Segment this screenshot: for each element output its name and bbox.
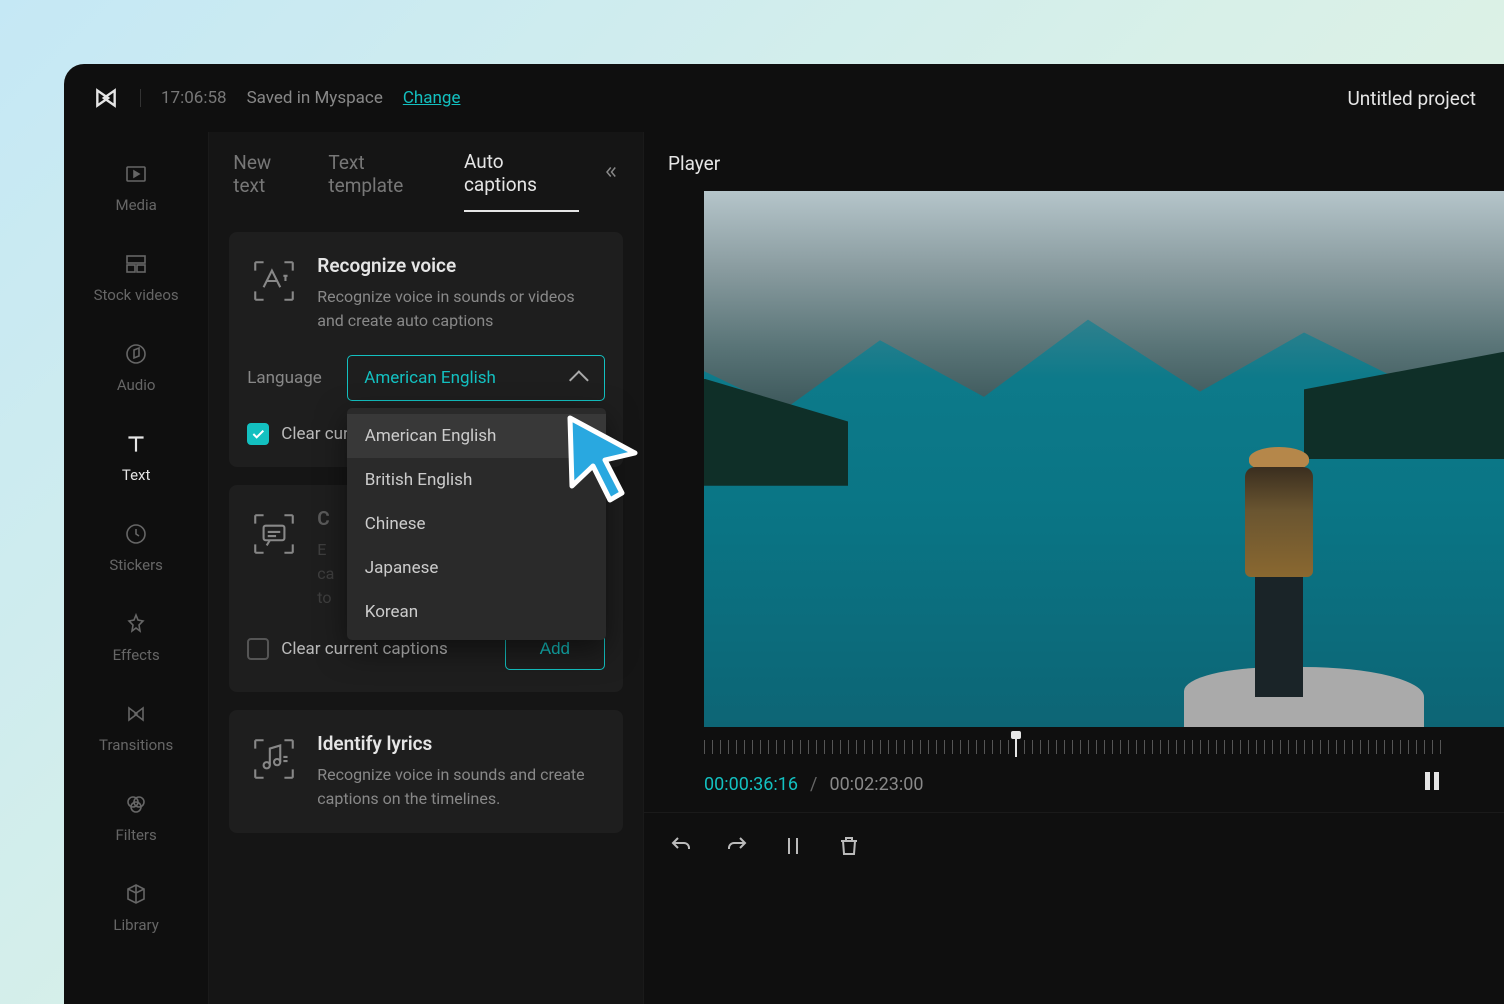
sidebar-item-label: Library xyxy=(113,916,158,934)
sidebar-item-stock-videos[interactable]: Stock videos xyxy=(64,232,208,322)
panel-tabs: New text Text template Auto captions xyxy=(209,132,643,212)
sidebar-item-filters[interactable]: Filters xyxy=(64,772,208,862)
create-captions-icon xyxy=(247,507,301,561)
language-dropdown: American English British English Chinese… xyxy=(347,408,606,640)
identify-lyrics-card: Identify lyrics Recognize voice in sound… xyxy=(229,710,623,833)
media-icon xyxy=(122,160,150,188)
language-label: Language xyxy=(247,368,327,388)
redo-icon[interactable] xyxy=(724,833,750,859)
sidebar-item-media[interactable]: Media xyxy=(64,142,208,232)
sidebar-item-label: Transitions xyxy=(99,736,173,754)
identify-lyrics-title: Identify lyrics xyxy=(317,732,605,755)
recognize-voice-title: Recognize voice xyxy=(317,254,605,277)
sidebar-item-label: Stickers xyxy=(109,556,163,574)
language-select-value: American English xyxy=(364,368,496,388)
sidebar-item-effects[interactable]: Effects xyxy=(64,592,208,682)
language-select[interactable]: American English American English Britis… xyxy=(347,355,605,401)
recognize-voice-icon xyxy=(247,254,301,308)
recognize-voice-card: Recognize voice Recognize voice in sound… xyxy=(229,232,623,467)
effects-icon xyxy=(122,610,150,638)
left-sidebar: Media Stock videos Audio Text xyxy=(64,132,209,1004)
progress-track[interactable] xyxy=(704,737,1444,757)
time-separator: / xyxy=(810,774,817,795)
text-panel: New text Text template Auto captions xyxy=(209,132,644,1004)
player-area: Player 00:00:36:16 / 00:02:23:00 xyxy=(644,132,1504,1004)
timeline-toolbar xyxy=(644,812,1504,879)
sidebar-item-library[interactable]: Library xyxy=(64,862,208,952)
sidebar-item-label: Filters xyxy=(115,826,156,844)
app-logo-icon xyxy=(92,84,120,112)
undo-icon[interactable] xyxy=(668,833,694,859)
sidebar-item-label: Stock videos xyxy=(94,286,179,304)
language-option[interactable]: Chinese xyxy=(347,502,606,546)
recognize-voice-desc: Recognize voice in sounds or videos and … xyxy=(317,285,605,333)
create-captions-desc: Ecato xyxy=(317,538,334,610)
sidebar-item-label: Effects xyxy=(113,646,160,664)
library-icon xyxy=(122,880,150,908)
language-option[interactable]: Japanese xyxy=(347,546,606,590)
titlebar: 17:06:58 Saved in Myspace Change Untitle… xyxy=(64,64,1504,132)
change-location-link[interactable]: Change xyxy=(403,88,461,108)
tab-auto-captions[interactable]: Auto captions xyxy=(464,150,579,212)
sidebar-item-text[interactable]: Text xyxy=(64,412,208,502)
audio-icon xyxy=(122,340,150,368)
identify-lyrics-icon xyxy=(247,732,301,786)
clear-captions-label-2: Clear current captions xyxy=(281,639,448,659)
playhead[interactable] xyxy=(1015,735,1017,757)
language-option[interactable]: British English xyxy=(347,458,606,502)
time-current: 00:00:36:16 xyxy=(704,774,798,795)
sidebar-item-transitions[interactable]: Transitions xyxy=(64,682,208,772)
sidebar-item-label: Audio xyxy=(117,376,156,394)
identify-lyrics-desc: Recognize voice in sounds and create cap… xyxy=(317,763,605,811)
clear-captions-checkbox[interactable] xyxy=(247,423,269,445)
delete-icon[interactable] xyxy=(836,833,862,859)
pause-button[interactable] xyxy=(1420,767,1444,802)
create-captions-title: C xyxy=(317,507,334,530)
video-preview[interactable] xyxy=(704,191,1504,727)
sidebar-item-audio[interactable]: Audio xyxy=(64,322,208,412)
project-title: Untitled project xyxy=(1347,87,1476,110)
tab-new-text[interactable]: New text xyxy=(233,151,306,211)
sidebar-item-label: Media xyxy=(115,196,156,214)
language-option[interactable]: American English xyxy=(347,414,606,458)
transitions-icon xyxy=(122,700,150,728)
stickers-icon xyxy=(122,520,150,548)
split-icon[interactable] xyxy=(780,833,806,859)
tab-text-template[interactable]: Text template xyxy=(328,151,442,211)
collapse-panel-icon[interactable] xyxy=(601,162,619,200)
save-timestamp: 17:06:58 xyxy=(161,88,227,108)
sidebar-item-label: Text xyxy=(122,466,151,484)
time-total: 00:02:23:00 xyxy=(829,774,923,795)
player-label: Player xyxy=(644,148,1504,191)
divider xyxy=(140,89,141,107)
language-option[interactable]: Korean xyxy=(347,590,606,634)
app-window: 17:06:58 Saved in Myspace Change Untitle… xyxy=(64,64,1504,1004)
stock-videos-icon xyxy=(122,250,150,278)
text-icon xyxy=(122,430,150,458)
sidebar-item-stickers[interactable]: Stickers xyxy=(64,502,208,592)
clear-captions-checkbox-2[interactable] xyxy=(247,638,269,660)
filters-icon xyxy=(122,790,150,818)
saved-location: Saved in Myspace xyxy=(247,88,383,108)
chevron-up-icon xyxy=(569,370,589,390)
